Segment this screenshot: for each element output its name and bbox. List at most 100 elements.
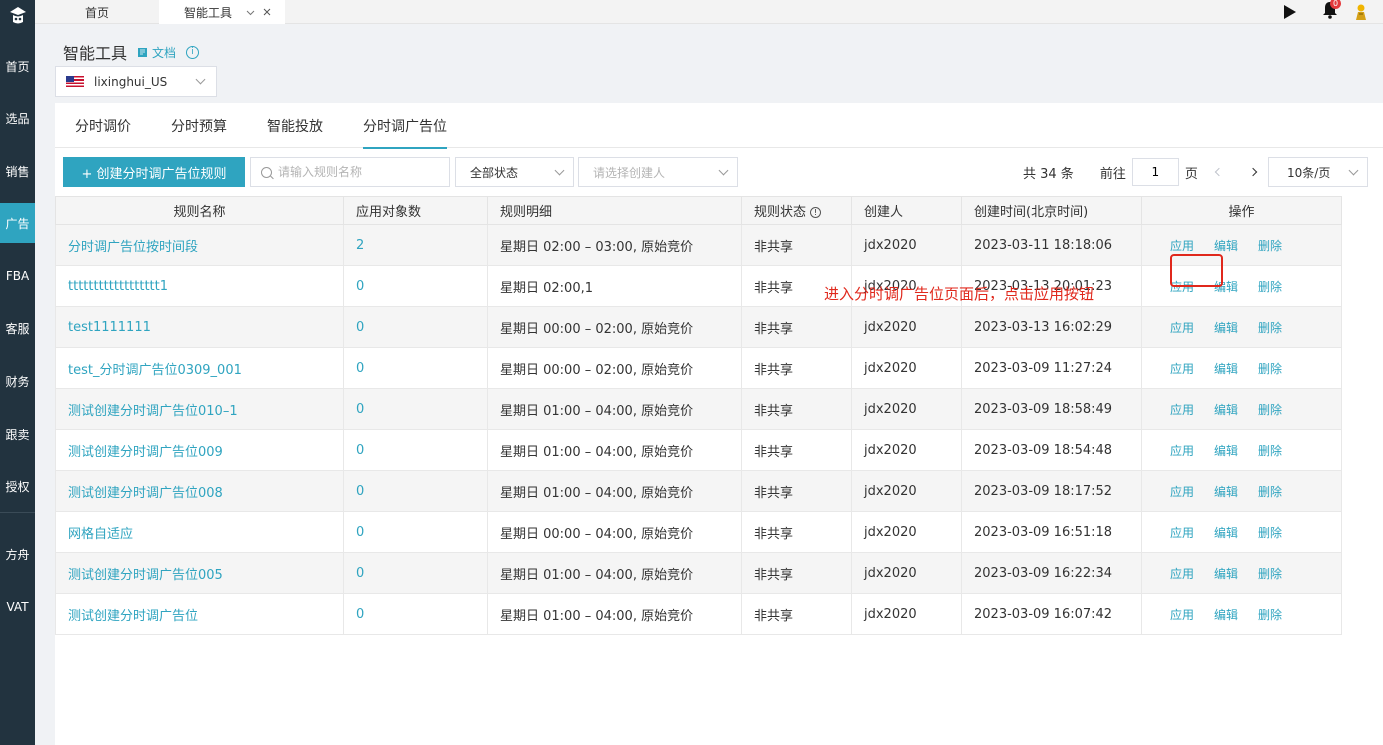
sidebar-item[interactable]: FBA [0, 256, 35, 296]
apply-button[interactable]: 应用 [1170, 606, 1214, 623]
sidebar-item[interactable]: 选品 [0, 98, 35, 138]
col-header[interactable]: 创建人 [851, 196, 962, 225]
apply-count-link[interactable]: 0 [356, 525, 364, 540]
rule-detail: 星期日 01:00 – 04:00, 原始竞价 [500, 403, 694, 419]
apply-button[interactable]: 应用 [1170, 401, 1214, 418]
apply-button[interactable]: 应用 [1170, 524, 1214, 541]
store-select[interactable]: lixinghui_US [55, 66, 217, 97]
info-icon[interactable]: i [186, 45, 200, 59]
doc-link[interactable]: 文档 [137, 44, 176, 61]
edit-button[interactable]: 编辑 [1214, 442, 1258, 459]
creator: jdx2020 [864, 442, 917, 458]
edit-button[interactable]: 编辑 [1214, 319, 1258, 336]
edit-button[interactable]: 编辑 [1214, 483, 1258, 500]
tab-smart-tools-label: 智能工具 [184, 5, 233, 20]
sidebar-item[interactable]: 授权 [0, 466, 35, 506]
edit-button[interactable]: 编辑 [1214, 360, 1258, 377]
apply-button[interactable]: 应用 [1170, 483, 1214, 500]
apply-count-link[interactable]: 0 [356, 566, 364, 581]
next-page-icon[interactable] [1246, 165, 1260, 179]
rule-name-link[interactable]: 测试创建分时调广告位010–1 [68, 404, 238, 419]
page-input[interactable] [1131, 158, 1179, 186]
rule-name-link[interactable]: tttttttttttttttttt1 [68, 279, 168, 294]
rule-name-link[interactable]: 网格自适应 [68, 527, 133, 542]
edit-button[interactable]: 编辑 [1214, 524, 1258, 541]
table-row: 测试创建分时调广告位005 0 星期日 01:00 – 04:00, 原始竞价 非共享… [55, 552, 1342, 594]
logo-icon[interactable] [0, 0, 35, 32]
apply-count-link[interactable]: 0 [356, 484, 364, 499]
col-header-status[interactable]: 规则状态 ! [741, 196, 852, 225]
rule-name-link[interactable]: 分时调广告位按时间段 [68, 240, 198, 255]
page-size-select[interactable]: 10条/页 [1268, 157, 1368, 187]
chevron-down-icon[interactable] [246, 6, 255, 19]
table-cell: 测试创建分时调广告位009 [55, 429, 344, 471]
subtab-label: 分时调价 [75, 118, 131, 135]
sidebar-item-label: 销售 [5, 164, 30, 179]
sidebar-item[interactable]: 首页 [0, 46, 35, 86]
avatar[interactable] [1353, 0, 1369, 24]
delete-button[interactable]: 删除 [1258, 524, 1302, 541]
rule-name-link[interactable]: 测试创建分时调广告位009 [68, 445, 223, 460]
apply-button[interactable]: 应用 [1170, 360, 1214, 377]
edit-button[interactable]: 编辑 [1214, 401, 1258, 418]
delete-button[interactable]: 删除 [1258, 319, 1302, 336]
apply-button[interactable]: 应用 [1170, 442, 1214, 459]
delete-button[interactable]: 删除 [1258, 606, 1302, 623]
apply-count-link[interactable]: 0 [356, 279, 364, 294]
creator: jdx2020 [864, 401, 917, 417]
subtab-time-price[interactable]: 分时调价 [75, 103, 131, 148]
rule-name-link[interactable]: 测试创建分时调广告位 [68, 609, 198, 624]
subtab-time-adposition[interactable]: 分时调广告位 [363, 103, 447, 149]
delete-button[interactable]: 删除 [1258, 401, 1302, 418]
creator-select[interactable]: 请选择创建人 [578, 157, 738, 187]
sidebar-item[interactable]: 销售 [0, 151, 35, 191]
delete-button[interactable]: 删除 [1258, 565, 1302, 582]
rule-name-link[interactable]: test_分时调广告位0309_001 [68, 363, 242, 378]
edit-button[interactable]: 编辑 [1214, 606, 1258, 623]
table-cell: 2023-03-09 18:54:48 [961, 429, 1142, 471]
sidebar-item[interactable]: 财务 [0, 361, 35, 401]
rule-name-link[interactable]: 测试创建分时调广告位008 [68, 486, 223, 501]
delete-button[interactable]: 删除 [1258, 360, 1302, 377]
delete-button[interactable]: 删除 [1258, 483, 1302, 500]
tab-home[interactable]: 首页 [35, 0, 159, 24]
edit-button[interactable]: 编辑 [1214, 565, 1258, 582]
col-header[interactable]: 规则明细 [487, 196, 742, 225]
sidebar-item[interactable]: VAT [0, 587, 35, 627]
delete-button[interactable]: 删除 [1258, 442, 1302, 459]
col-header[interactable]: 创建时间(北京时间) [961, 196, 1142, 225]
search-input[interactable] [278, 165, 438, 179]
close-icon[interactable] [263, 6, 271, 19]
tab-smart-tools[interactable]: 智能工具 [159, 0, 285, 24]
apply-count-link[interactable]: 0 [356, 361, 364, 376]
sidebar-item[interactable]: 跟卖 [0, 414, 35, 454]
apply-count-link[interactable]: 0 [356, 402, 364, 417]
delete-button[interactable]: 删除 [1258, 237, 1302, 254]
sidebar-item[interactable]: 方舟 [0, 534, 35, 574]
rule-name-link[interactable]: 测试创建分时调广告位005 [68, 568, 223, 583]
create-rule-button[interactable]: + 创建分时调广告位规则 [63, 157, 245, 187]
play-icon[interactable] [1283, 0, 1297, 24]
apply-count-link[interactable]: 0 [356, 607, 364, 622]
bell-icon[interactable]: 0 [1322, 0, 1341, 24]
apply-count-link[interactable]: 0 [356, 320, 364, 335]
status-select[interactable]: 全部状态 [455, 157, 574, 187]
subtab-time-budget[interactable]: 分时预算 [171, 103, 227, 148]
sidebar-item[interactable]: 广告 [0, 203, 35, 243]
table-cell: 非共享 [741, 470, 852, 512]
col-header[interactable]: 应用对象数 [343, 196, 488, 225]
subtab-smart-placement[interactable]: 智能投放 [267, 103, 323, 148]
sidebar-item[interactable]: 客服 [0, 308, 35, 348]
store-select-value: lixinghui_US [94, 74, 168, 89]
apply-button[interactable]: 应用 [1170, 319, 1214, 336]
col-header[interactable]: 规则名称 [55, 196, 344, 225]
apply-count-link[interactable]: 0 [356, 443, 364, 458]
delete-button[interactable]: 删除 [1258, 278, 1302, 295]
apply-button[interactable]: 应用 [1170, 237, 1214, 254]
rule-name-link[interactable]: test1111111 [68, 320, 151, 335]
prev-page-icon[interactable] [1212, 165, 1226, 179]
apply-button[interactable]: 应用 [1170, 565, 1214, 582]
edit-button[interactable]: 编辑 [1214, 237, 1258, 254]
info-icon[interactable]: ! [810, 207, 822, 218]
apply-count-link[interactable]: 2 [356, 238, 364, 253]
